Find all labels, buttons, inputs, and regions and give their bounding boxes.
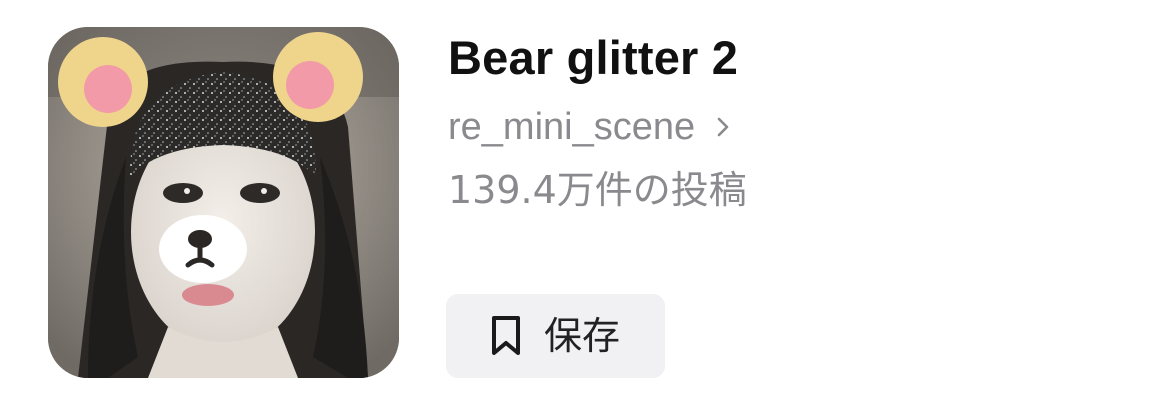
bookmark-icon <box>490 315 522 357</box>
save-label: 保存 <box>544 314 621 358</box>
effect-title: Bear glitter 2 <box>448 31 739 84</box>
save-button[interactable]: 保存 <box>446 294 665 378</box>
effect-thumbnail[interactable] <box>48 27 399 378</box>
chevron-right-icon <box>713 116 733 138</box>
creator-name[interactable]: re_mini_scene <box>448 102 695 152</box>
creator-link[interactable]: re_mini_scene <box>448 102 733 152</box>
post-count: 139.4万件の投稿 <box>448 168 747 212</box>
